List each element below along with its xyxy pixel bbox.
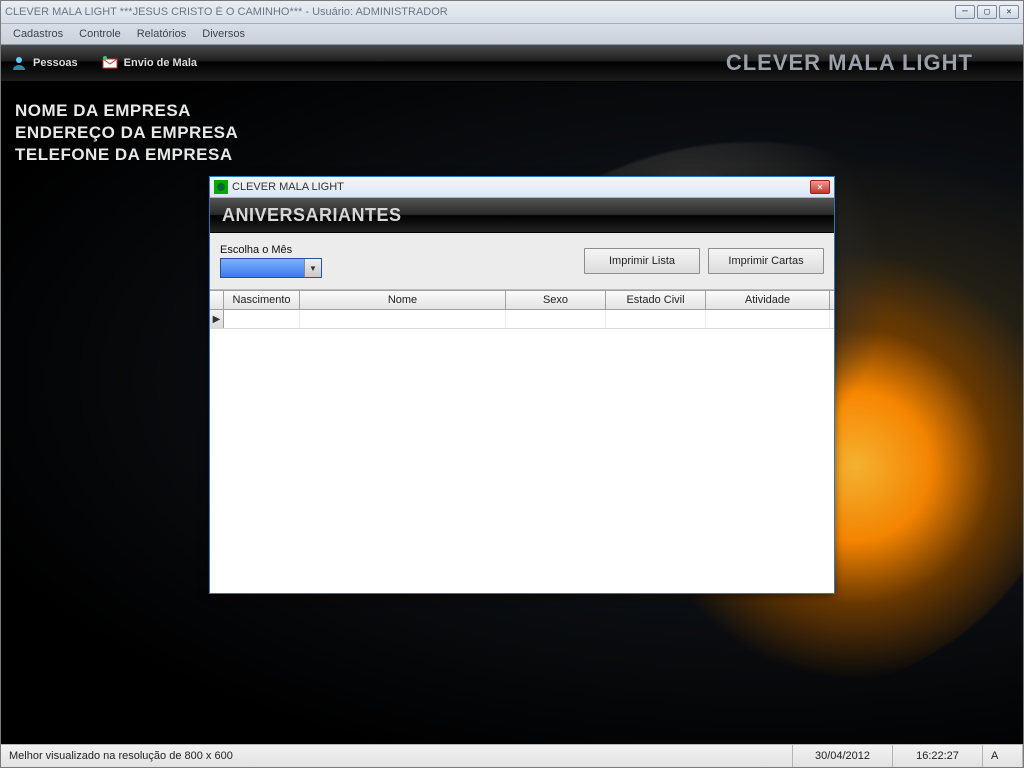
status-date: 30/04/2012 xyxy=(793,745,893,767)
titlebar-text: CLEVER MALA LIGHT ***JESUS CRISTO É O CA… xyxy=(5,6,955,18)
cell-estado xyxy=(606,310,706,328)
titlebar: CLEVER MALA LIGHT ***JESUS CRISTO É O CA… xyxy=(1,1,1023,24)
menu-diversos[interactable]: Diversos xyxy=(194,28,253,40)
grid-row[interactable]: ▶ xyxy=(210,310,834,329)
dialog-header: ANIVERSARIANTES xyxy=(210,198,834,233)
company-address: ENDEREÇO DA EMPRESA xyxy=(15,122,238,144)
toolbar-envio-button[interactable]: Envio de Mala xyxy=(102,55,197,71)
cell-sexo xyxy=(506,310,606,328)
dialog-header-text: ANIVERSARIANTES xyxy=(222,205,402,226)
toolbar: Pessoas Envio de Mala CLEVER MALA LIGHT xyxy=(1,45,1023,82)
dialog-title: CLEVER MALA LIGHT xyxy=(232,181,810,193)
month-block: Escolha o Mês ▼ xyxy=(220,244,322,278)
grid-col-nascimento[interactable]: Nascimento xyxy=(224,291,300,309)
grid-corner xyxy=(210,291,224,309)
cell-nascimento xyxy=(224,310,300,328)
print-letters-button[interactable]: Imprimir Cartas xyxy=(708,248,824,274)
status-hint: Melhor visualizado na resolução de 800 x… xyxy=(1,745,793,767)
status-mode: A xyxy=(983,745,1023,767)
print-list-button[interactable]: Imprimir Lista xyxy=(584,248,700,274)
dialog-close-button[interactable]: ✕ xyxy=(810,180,830,194)
statusbar: Melhor visualizado na resolução de 800 x… xyxy=(1,744,1023,767)
close-button[interactable]: ✕ xyxy=(999,5,1019,19)
company-phone: TELEFONE DA EMPRESA xyxy=(15,144,238,166)
menu-relatorios[interactable]: Relatórios xyxy=(129,28,195,40)
dialog-titlebar: CLEVER MALA LIGHT ✕ xyxy=(210,177,834,198)
cell-nome xyxy=(300,310,506,328)
menu-cadastros[interactable]: Cadastros xyxy=(5,28,71,40)
company-info: NOME DA EMPRESA ENDEREÇO DA EMPRESA TELE… xyxy=(15,100,238,166)
row-marker-icon: ▶ xyxy=(210,310,224,328)
toolbar-envio-label: Envio de Mala xyxy=(124,57,197,69)
titlebar-user: - Usuário: ADMINISTRADOR xyxy=(305,6,447,18)
month-label: Escolha o Mês xyxy=(220,244,322,256)
menu-controle[interactable]: Controle xyxy=(71,28,129,40)
dialog-controls: Escolha o Mês ▼ Imprimir Lista Imprimir … xyxy=(210,233,834,290)
month-select[interactable]: ▼ xyxy=(220,258,322,278)
grid-col-nome[interactable]: Nome xyxy=(300,291,506,309)
minimize-button[interactable]: ─ xyxy=(955,5,975,19)
dialog-aniversariantes: CLEVER MALA LIGHT ✕ ANIVERSARIANTES Esco… xyxy=(209,176,835,594)
chevron-down-icon[interactable]: ▼ xyxy=(304,259,321,277)
toolbar-app-title: CLEVER MALA LIGHT xyxy=(726,50,973,76)
dialog-buttons: Imprimir Lista Imprimir Cartas xyxy=(584,248,824,274)
person-icon xyxy=(11,55,27,71)
status-time: 16:22:27 xyxy=(893,745,983,767)
titlebar-msg: ***JESUS CRISTO É O CAMINHO*** xyxy=(117,6,306,18)
grid-col-sexo[interactable]: Sexo xyxy=(506,291,606,309)
window-controls: ─ ▢ ✕ xyxy=(955,5,1019,19)
grid-col-atividade[interactable]: Atividade xyxy=(706,291,830,309)
toolbar-pessoas-label: Pessoas xyxy=(33,57,78,69)
content-area: NOME DA EMPRESA ENDEREÇO DA EMPRESA TELE… xyxy=(1,82,1023,744)
toolbar-pessoas-button[interactable]: Pessoas xyxy=(11,55,78,71)
titlebar-app: CLEVER MALA LIGHT xyxy=(5,6,117,18)
main-window: CLEVER MALA LIGHT ***JESUS CRISTO É O CA… xyxy=(0,0,1024,768)
grid-col-estado[interactable]: Estado Civil xyxy=(606,291,706,309)
company-name: NOME DA EMPRESA xyxy=(15,100,238,122)
menubar: Cadastros Controle Relatórios Diversos xyxy=(1,24,1023,45)
mail-send-icon xyxy=(102,55,118,71)
cell-atividade xyxy=(706,310,830,328)
dialog-grid: Nascimento Nome Sexo Estado Civil Ativid… xyxy=(210,290,834,593)
maximize-button[interactable]: ▢ xyxy=(977,5,997,19)
grid-header: Nascimento Nome Sexo Estado Civil Ativid… xyxy=(210,291,834,310)
app-icon xyxy=(214,180,228,194)
